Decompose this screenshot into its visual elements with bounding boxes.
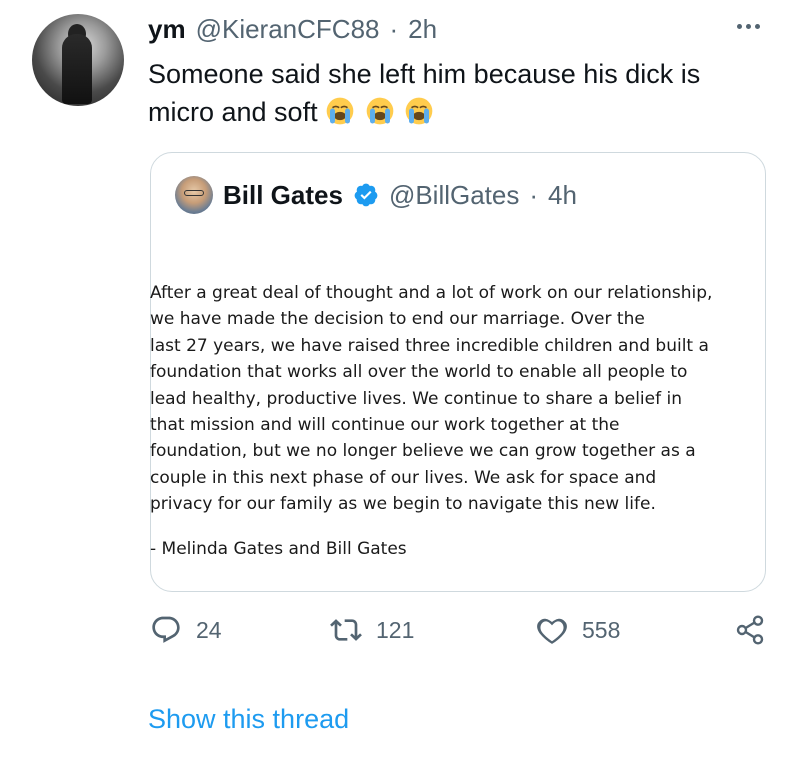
loudly-crying-face-icon [326,97,354,125]
statement-line: we have made the decision to end our mar… [150,309,645,330]
reply-count: 24 [196,616,222,643]
quoted-time[interactable]: 4h [548,180,577,211]
quoted-display-name[interactable]: Bill Gates [223,180,343,211]
like-count: 558 [582,616,621,643]
statement-signature: - Melinda Gates and Bill Gates [150,538,407,559]
display-name[interactable]: ym [148,14,186,45]
quoted-handle[interactable]: @BillGates [389,180,519,211]
like-button[interactable]: 558 [536,614,620,646]
loudly-crying-face-icon [405,97,433,125]
statement-line: foundation, but we no longer believe we … [150,441,696,462]
tweet-header: ym @KieranCFC88 · 2h [148,14,437,44]
more-dot [754,23,760,29]
more-dot [736,23,742,29]
retweet-button[interactable]: 121 [330,614,414,646]
retweet-icon [330,619,362,641]
reply-button[interactable]: 24 [150,614,222,646]
avatar-glasses [184,190,204,196]
show-thread-link[interactable]: Show this thread [148,704,349,735]
reply-icon [152,616,180,643]
separator-dot: · [389,13,399,44]
statement-line: After a great deal of thought and a lot … [150,283,713,303]
quoted-tweet-header: Bill Gates @BillGates · 4h [175,175,577,215]
statement-line: foundation that works all over the world… [150,362,688,383]
statement-line: that mission and will continue our work … [150,415,620,436]
more-icon[interactable] [730,14,766,38]
share-button[interactable] [734,614,766,646]
verified-icon [354,183,378,207]
like-icon [537,618,567,644]
tweet-actions: 24 121 558 [150,614,770,654]
tweet-time[interactable]: 2h [408,14,437,45]
tweet-text: Someone said she left him because his di… [148,55,768,131]
share-icon [736,615,764,645]
statement-line: lead healthy, productive lives. We conti… [150,388,682,409]
user-handle[interactable]: @KieranCFC88 [196,14,380,45]
statement-line: privacy for our family as we begin to na… [150,494,656,515]
quoted-avatar[interactable] [175,176,213,214]
more-dot [745,23,751,29]
loudly-crying-face-icon [366,97,393,125]
retweet-count: 121 [376,616,415,643]
user-avatar[interactable] [32,14,124,106]
emoji-group [325,97,436,127]
statement-line: couple in this next phase of our lives. … [150,467,657,488]
avatar-figure [62,34,92,104]
separator-dot: · [529,179,539,210]
statement-line: last 27 years, we have raised three incr… [150,335,709,356]
statement-image: After a great deal of thought and a lot … [150,280,750,562]
